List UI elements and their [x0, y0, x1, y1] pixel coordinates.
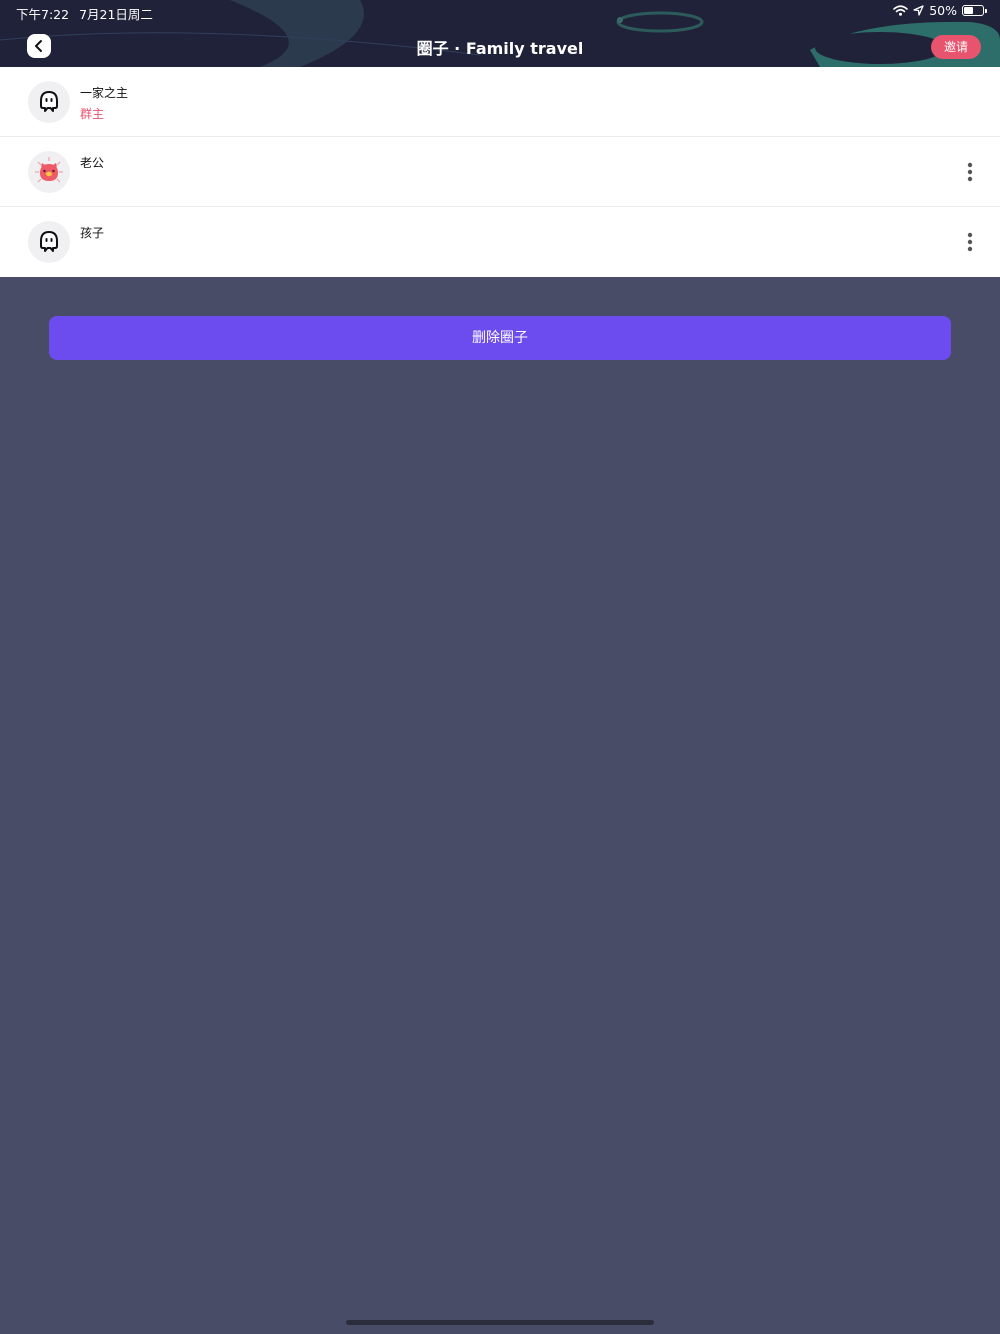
white-face-avatar: [28, 221, 70, 263]
more-options-icon[interactable]: [960, 231, 980, 253]
member-name: 老公: [80, 156, 105, 170]
member-list: 一家之主 群主 老公 孩子: [0, 67, 1000, 277]
member-name: 一家之主: [80, 86, 129, 100]
wifi-icon: [893, 5, 909, 16]
member-row[interactable]: 一家之主 群主: [0, 67, 1000, 137]
status-time-date: 下午7:22 7月21日周二: [16, 4, 163, 23]
member-name: 孩子: [80, 226, 105, 240]
battery-percentage: 50%: [929, 3, 957, 18]
member-row[interactable]: 老公: [0, 137, 1000, 207]
home-indicator[interactable]: [346, 1320, 654, 1325]
status-indicators: 50%: [893, 3, 987, 18]
invite-button[interactable]: 邀请: [931, 35, 981, 59]
status-date: 7月21日周二: [79, 7, 153, 22]
status-time: 下午7:22: [16, 7, 70, 22]
page-title: 圈子 · Family travel: [416, 39, 584, 58]
header: 下午7:22 7月21日周二 50% 圈子 · Family travel 邀请: [0, 0, 1000, 67]
white-face-avatar: [28, 81, 70, 123]
member-row[interactable]: 孩子: [0, 207, 1000, 277]
member-role-badge: 群主: [80, 107, 105, 121]
location-arrow-icon: [913, 5, 924, 16]
status-bar: 下午7:22 7月21日周二 50%: [0, 0, 1000, 24]
battery-icon: [962, 5, 987, 16]
pink-cat-avatar: [28, 151, 70, 193]
more-options-icon[interactable]: [960, 161, 980, 183]
delete-circle-button[interactable]: 删除圈子: [49, 316, 951, 360]
